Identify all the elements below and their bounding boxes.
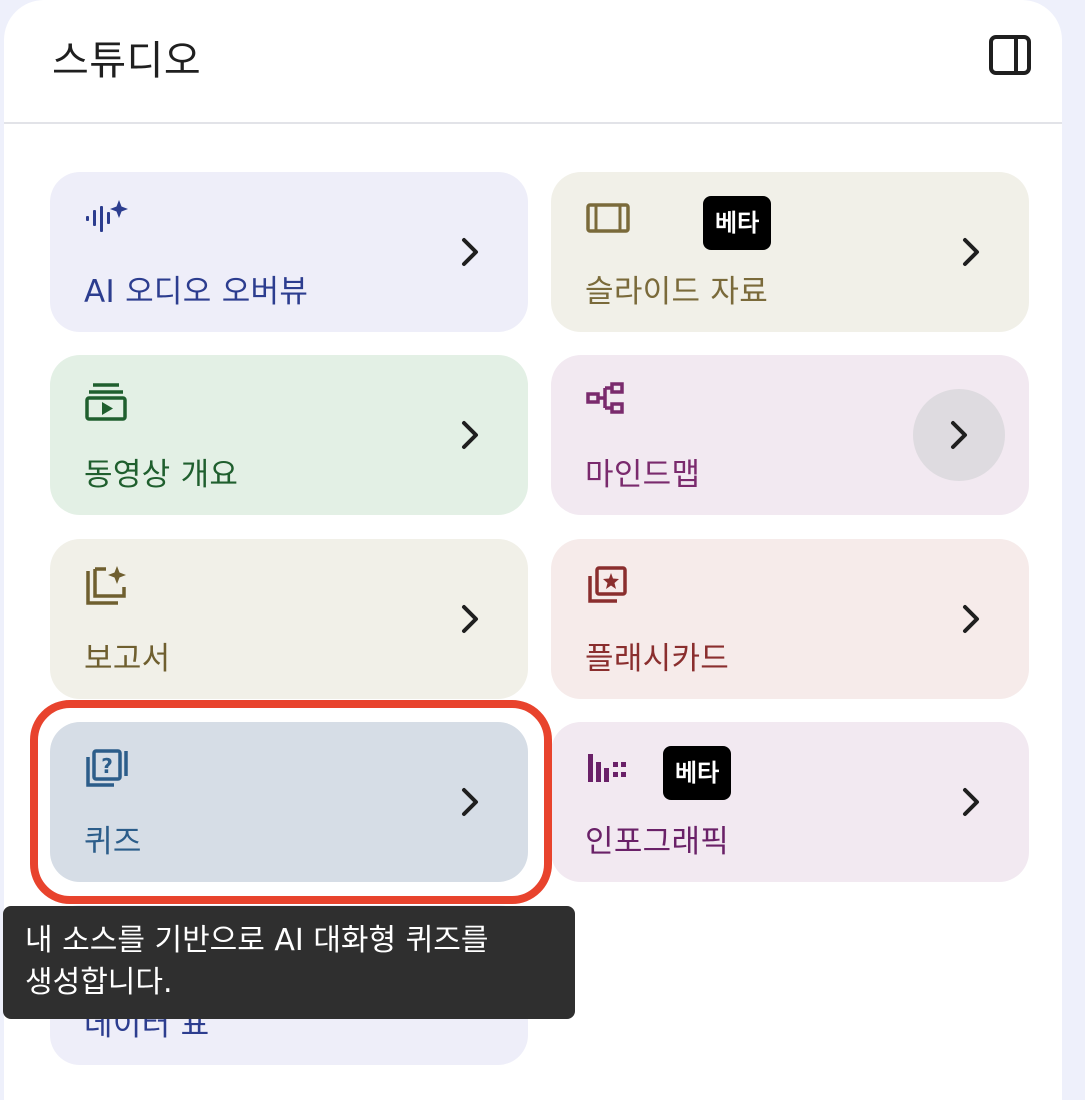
tile-label: 슬라이드 자료: [585, 274, 769, 310]
dock-right-icon[interactable]: [988, 34, 1032, 76]
tile-mind-map[interactable]: 마인드맵: [551, 355, 1029, 515]
slides-icon: [586, 203, 630, 233]
flashcards-icon: [588, 566, 627, 603]
beta-badge: 베타: [663, 746, 732, 800]
mind-map-icon: [586, 382, 624, 414]
tile-quiz[interactable]: ? 퀴즈: [50, 722, 528, 882]
chevron-right-icon: [462, 605, 478, 633]
chevron-right-icon: [963, 788, 979, 816]
tooltip-line: 생성합니다.: [25, 965, 173, 1000]
tile-label: 플래시카드: [585, 641, 730, 677]
tile-audio-overview[interactable]: AI 오디오 오버뷰: [50, 172, 528, 332]
quiz-icon: ?: [86, 749, 128, 787]
tile-label: 인포그래픽: [585, 824, 730, 860]
tile-label: 동영상 개요: [84, 457, 239, 493]
quiz-tooltip: 내 소스를 기반으로 AI 대화형 퀴즈를 생성합니다.: [3, 906, 575, 1019]
audio-sparkle-icon: [86, 200, 128, 232]
infographic-icon: [588, 754, 626, 782]
tile-infographic[interactable]: 베타 인포그래픽: [551, 722, 1029, 882]
chevron-right-icon: [963, 605, 979, 633]
report-sparkle-icon: [86, 566, 126, 605]
chevron-right-icon: [963, 238, 979, 266]
beta-badge: 베타: [703, 196, 772, 250]
video-library-icon: [85, 383, 127, 421]
tile-flashcards[interactable]: 플래시카드: [551, 539, 1029, 699]
tile-slides[interactable]: 베타 슬라이드 자료: [551, 172, 1029, 332]
svg-text:?: ?: [101, 754, 113, 778]
tile-label: AI 오디오 오버뷰: [84, 274, 309, 310]
tooltip-line: 내 소스를 기반으로 AI 대화형 퀴즈를: [25, 923, 489, 958]
tile-video-overview[interactable]: 동영상 개요: [50, 355, 528, 515]
studio-header: 스튜디오: [4, 0, 1062, 124]
chevron-right-icon: [462, 788, 478, 816]
chevron-right-icon: [462, 238, 478, 266]
tile-report[interactable]: 보고서: [50, 539, 528, 699]
studio-title: 스튜디오: [52, 38, 202, 84]
tile-label: 마인드맵: [585, 457, 701, 493]
chevron-right-icon: [951, 421, 967, 449]
chevron-right-icon: [462, 421, 478, 449]
tile-label: 보고서: [84, 641, 171, 677]
tile-label: 퀴즈: [84, 824, 142, 860]
